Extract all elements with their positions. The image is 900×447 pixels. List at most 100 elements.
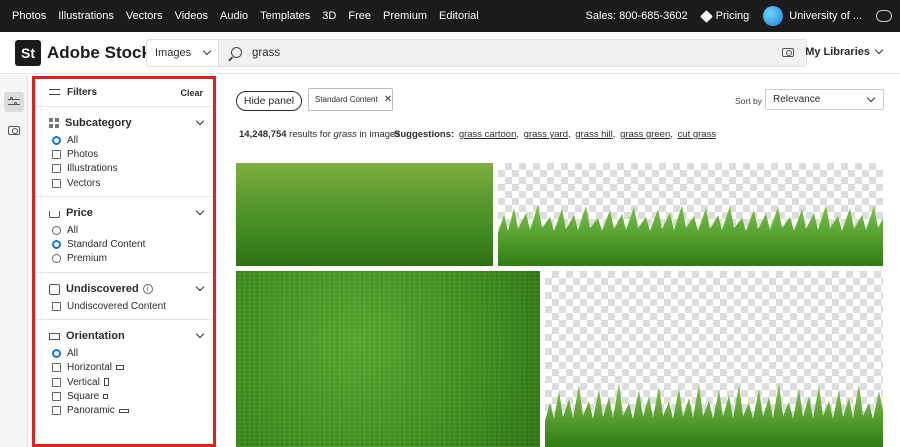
close-icon[interactable]: ✕ xyxy=(384,94,392,105)
panoramic-icon xyxy=(118,408,129,413)
nav-link-photos[interactable]: Photos xyxy=(12,10,46,22)
my-libraries-button[interactable]: My Libraries xyxy=(805,45,884,58)
suggestion-link[interactable]: grass hill xyxy=(575,129,613,140)
nav-link-editorial[interactable]: Editorial xyxy=(439,10,479,22)
option-label: Illustrations xyxy=(67,163,118,175)
orientation-option-square[interactable]: Square xyxy=(49,389,203,403)
nav-link-illustrations[interactable]: Illustrations xyxy=(58,10,114,22)
undiscovered-option[interactable]: Undiscovered Content xyxy=(49,299,203,313)
option-label: Standard Content xyxy=(67,239,146,251)
orientation-option-panoramic[interactable]: Panoramic xyxy=(49,404,203,418)
price-header[interactable]: Price xyxy=(49,203,205,223)
discover-icon xyxy=(49,283,60,295)
camera-icon[interactable] xyxy=(782,48,794,57)
checkbox[interactable] xyxy=(52,149,61,159)
suggestions: Suggestions: grass cartoon, grass yard, … xyxy=(394,129,717,140)
horizontal-icon xyxy=(116,365,125,371)
subcategory-option-all[interactable]: All xyxy=(49,133,203,147)
nav-link-videos[interactable]: Videos xyxy=(175,10,208,22)
option-label: Horizontal xyxy=(67,362,113,374)
sales-phone: Sales: 800-685-3602 xyxy=(585,10,688,22)
grass-blades-image xyxy=(498,205,883,266)
square-icon xyxy=(103,393,109,399)
result-image-grass-field[interactable] xyxy=(236,163,493,266)
results-query: grass xyxy=(333,129,357,140)
cart-icon xyxy=(49,210,60,218)
price-option-all[interactable]: All xyxy=(49,223,203,237)
logo-text: Adobe Stock xyxy=(47,42,151,62)
suggestion-link[interactable]: grass yard xyxy=(524,129,568,140)
creative-cloud-icon[interactable] xyxy=(876,10,892,22)
tag-icon xyxy=(699,9,713,23)
search-bar: Images grass xyxy=(146,39,807,67)
top-nav-links: Photos Illustrations Vectors Videos Audi… xyxy=(0,10,491,22)
account-menu[interactable]: University of ... xyxy=(763,6,862,26)
search-input[interactable]: grass xyxy=(252,40,280,66)
checkbox[interactable] xyxy=(52,377,61,387)
filters-title: Filters xyxy=(67,87,98,98)
checkbox[interactable] xyxy=(52,406,61,416)
orientation-option-vertical[interactable]: Vertical xyxy=(49,375,203,389)
clear-filters-button[interactable]: Clear xyxy=(180,88,203,98)
vertical-icon xyxy=(103,378,109,387)
radio-selected[interactable] xyxy=(52,240,61,250)
logo[interactable]: St Adobe Stock xyxy=(15,39,151,66)
search-type-select[interactable]: Images xyxy=(147,40,219,66)
checkbox[interactable] xyxy=(52,363,61,373)
chevron-down-icon xyxy=(195,116,205,126)
suggestion-link[interactable]: grass green xyxy=(620,129,670,140)
radio-selected[interactable] xyxy=(52,349,61,359)
nav-link-vectors[interactable]: Vectors xyxy=(126,10,163,22)
logo-mark: St xyxy=(15,39,41,66)
chevron-down-icon xyxy=(866,93,876,102)
pricing-link[interactable]: Pricing xyxy=(699,9,750,23)
checkbox[interactable] xyxy=(52,164,61,174)
nav-link-free[interactable]: Free xyxy=(348,10,371,22)
nav-link-3d[interactable]: 3D xyxy=(322,10,336,22)
subcategory-title: Subcategory xyxy=(65,117,132,129)
chevron-down-icon xyxy=(195,330,205,339)
results-count: 14,248,754 xyxy=(239,129,287,140)
price-option-standard[interactable]: Standard Content xyxy=(49,237,203,251)
hide-panel-button[interactable]: Hide panel xyxy=(236,91,302,111)
suggestion-link[interactable]: grass cartoon xyxy=(459,129,517,140)
sort-select[interactable]: Relevance xyxy=(765,89,884,110)
pricing-label: Pricing xyxy=(715,10,750,22)
subcategory-option-vectors[interactable]: Vectors xyxy=(49,176,203,190)
result-image-grass-border-tall[interactable] xyxy=(545,271,883,447)
radio[interactable] xyxy=(52,225,61,235)
results-text-mid: results for xyxy=(286,129,334,140)
visual-search-rail-button[interactable] xyxy=(4,120,24,140)
grid-icon xyxy=(49,118,59,128)
subcategory-header[interactable]: Subcategory xyxy=(49,113,205,133)
radio-selected[interactable] xyxy=(52,135,61,145)
price-option-premium[interactable]: Premium xyxy=(49,252,203,266)
nav-link-templates[interactable]: Templates xyxy=(260,10,310,22)
result-image-grass-border[interactable] xyxy=(498,163,883,266)
camera-icon xyxy=(8,125,20,135)
sort-by-label: Sort by xyxy=(735,96,762,106)
orientation-option-all[interactable]: All xyxy=(49,346,203,360)
info-icon[interactable]: i xyxy=(142,284,153,295)
option-label: Undiscovered Content xyxy=(67,300,166,312)
nav-link-premium[interactable]: Premium xyxy=(383,10,427,22)
orientation-option-horizontal[interactable]: Horizontal xyxy=(49,361,203,375)
radio[interactable] xyxy=(52,254,61,264)
option-label: Photos xyxy=(67,148,99,160)
suggestion-link[interactable]: cut grass xyxy=(678,129,717,140)
filter-chip[interactable]: Standard Content ✕ xyxy=(308,88,393,111)
orientation-icon xyxy=(49,332,60,340)
subcategory-option-photos[interactable]: Photos xyxy=(49,147,203,161)
subcategory-section: Subcategory All Photos Illustrations Vec… xyxy=(35,107,213,198)
undiscovered-header[interactable]: Undiscovered i xyxy=(49,279,205,299)
checkbox[interactable] xyxy=(52,391,61,401)
filters-rail-button[interactable] xyxy=(4,92,24,112)
chevron-down-icon xyxy=(195,206,205,216)
checkbox[interactable] xyxy=(52,301,61,311)
checkbox[interactable] xyxy=(52,178,61,188)
subcategory-option-illustrations[interactable]: Illustrations xyxy=(49,162,203,176)
orientation-header[interactable]: Orientation xyxy=(49,326,205,346)
filter-panel: Filters Clear Subcategory All Photos Ill… xyxy=(32,76,216,447)
nav-link-audio[interactable]: Audio xyxy=(220,10,248,22)
result-image-grass-texture[interactable] xyxy=(236,271,540,447)
